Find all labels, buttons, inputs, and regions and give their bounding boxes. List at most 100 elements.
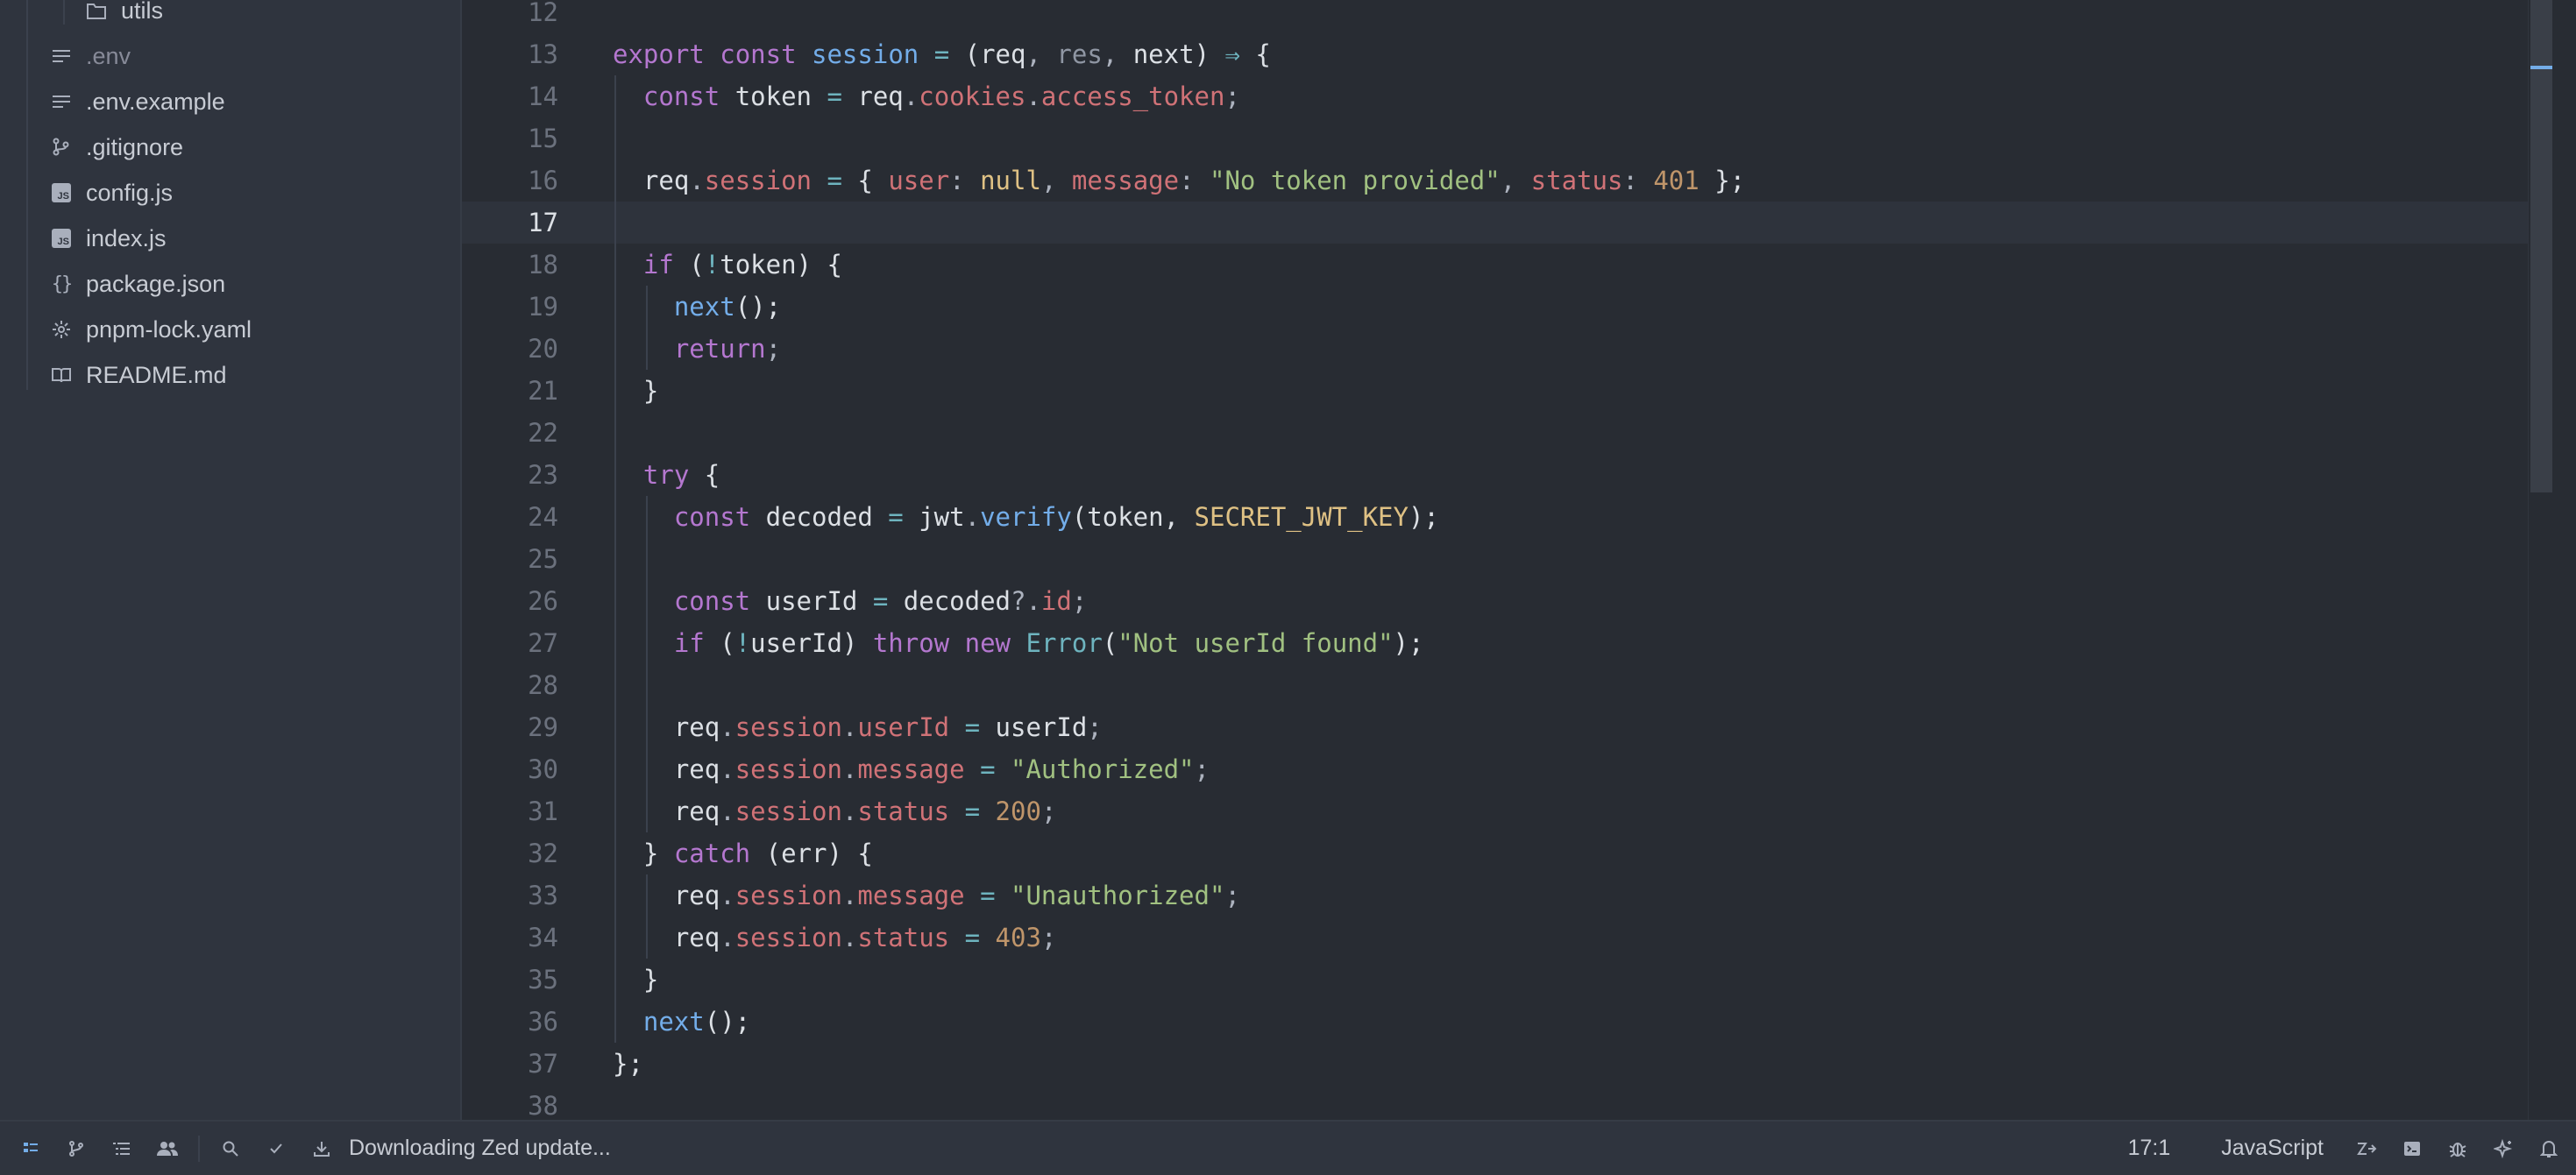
file-tree-item-label: README.md [86,361,227,388]
code-token: status [857,796,950,826]
code-token: token) { [720,250,842,280]
file-tree-item[interactable]: JS index.js [0,216,458,261]
line-number: 34 [528,923,558,952]
code-token: ) [1194,39,1225,69]
search-icon[interactable] [216,1134,245,1164]
file-tree-item[interactable]: {} package.json [0,261,458,307]
code-token: message [857,754,965,784]
code-editor[interactable]: 12 13 export const session = (req, res, ne… [462,0,2552,1120]
outline-icon[interactable] [107,1134,137,1164]
code-line[interactable]: 34 req.session.status = 403; [462,917,2552,959]
code-line[interactable]: 33 req.session.message = "Unauthorized"; [462,874,2552,917]
file-tree-item[interactable]: .env [0,33,458,79]
file-tree-item-label: .env [86,42,131,69]
json-braces-icon: {} [51,273,73,295]
js-file-icon: JS [49,180,74,205]
code-line[interactable]: 16 req.session = { user: null, message: … [462,159,2552,202]
code-token: = [964,923,981,952]
code-token: , [1500,166,1531,195]
code-line[interactable]: 35 } [462,959,2552,1001]
file-tree-item[interactable]: utils [0,0,458,33]
code-line[interactable]: 26 const userId = decoded?.id; [462,580,2552,622]
file-tree-item-label: utils [121,0,164,24]
bell-icon[interactable] [2534,1134,2564,1164]
code-token: = [980,881,996,910]
language-selector[interactable]: JavaScript [2221,1136,2324,1161]
line-number: 24 [528,502,558,532]
code-line[interactable]: 21 } [462,370,2552,412]
code-token: token [720,81,827,111]
code-line[interactable]: 30 req.session.message = "Authorized"; [462,748,2552,790]
terminal-icon[interactable] [2397,1134,2427,1164]
line-number: 17 [528,208,558,237]
code-token: access_token [1040,81,1225,111]
code-line[interactable]: 28 [462,664,2552,706]
file-tree-item-label: config.js [86,179,174,206]
code-line[interactable]: 27 if (!userId) throw new Error("Not use… [462,622,2552,664]
code-line[interactable]: 15 [462,117,2552,159]
code-line[interactable]: 17 [462,202,2552,244]
code-token: userId) [750,628,873,658]
file-tree-item[interactable]: .gitignore [0,124,458,170]
editor-scrollbar[interactable] [2528,0,2552,1120]
language-switch-icon[interactable] [2352,1134,2381,1164]
code-line[interactable]: 12 [462,0,2552,33]
assistant-icon[interactable] [2488,1134,2518,1164]
line-number: 15 [528,124,558,153]
code-token: ); [1408,502,1439,532]
code-text: req.session.userId = userId; [613,706,1103,748]
file-tree-item-label: package.json [86,270,226,297]
code-token: . [1025,81,1041,111]
file-tree-item[interactable]: .env.example [0,79,458,124]
code-line[interactable]: 38 [462,1085,2552,1120]
debug-icon[interactable] [2443,1134,2473,1164]
project-panel-icon[interactable] [16,1134,46,1164]
line-number: 22 [528,418,558,448]
code-line[interactable]: 22 [462,412,2552,454]
code-line[interactable]: 36 next(); [462,1001,2552,1043]
code-token: = [964,796,981,826]
code-line[interactable]: 29 req.session.userId = userId; [462,706,2552,748]
code-line[interactable]: 24 const decoded = jwt.verify(token, SEC… [462,496,2552,538]
code-token: } [613,839,674,868]
file-tree-item[interactable]: README.md [0,352,458,398]
code-line[interactable]: 25 [462,538,2552,580]
file-tree-item[interactable]: pnpm-lock.yaml [0,307,458,352]
code-line[interactable]: 14 const token = req.cookies.access_toke… [462,75,2552,117]
download-icon[interactable] [307,1134,337,1164]
line-number: 13 [528,39,558,69]
cursor-position[interactable]: 17:1 [2128,1136,2171,1161]
code-line[interactable]: 32 } catch (err) { [462,832,2552,874]
code-line[interactable]: 19 next(); [462,286,2552,328]
git-branch-icon[interactable] [61,1134,91,1164]
code-token: . [841,881,858,910]
code-line[interactable]: 37}; [462,1043,2552,1085]
file-tree-item[interactable]: JS config.js [0,170,458,216]
code-line[interactable]: 20 return; [462,328,2552,370]
code-text: req.session.message = "Unauthorized"; [613,874,1240,917]
code-line[interactable]: 18 if (!token) { [462,244,2552,286]
collab-icon[interactable] [153,1134,182,1164]
code-line[interactable]: 23 try { [462,454,2552,496]
line-number: 32 [528,839,558,868]
code-line[interactable]: 31 req.session.status = 200; [462,790,2552,832]
code-line[interactable]: 13 export const session = (req, res, next… [462,33,2552,75]
code-token: ( [673,250,705,280]
check-icon[interactable] [261,1134,291,1164]
code-token: status [857,923,950,952]
js-file-icon: JS [49,226,74,251]
project-panel: utils .env .env.example .gitignore JS config.… [0,0,462,1120]
line-number: 16 [528,166,558,195]
update-status-text[interactable]: Downloading Zed update... [349,1136,611,1161]
scrollbar-thumb[interactable] [2530,0,2552,492]
code-token: = [888,502,904,532]
code-token: res [1056,39,1103,69]
code-token: 200 [995,796,1041,826]
code-token: Error [1025,628,1103,658]
code-token: 401 [1653,166,1700,195]
